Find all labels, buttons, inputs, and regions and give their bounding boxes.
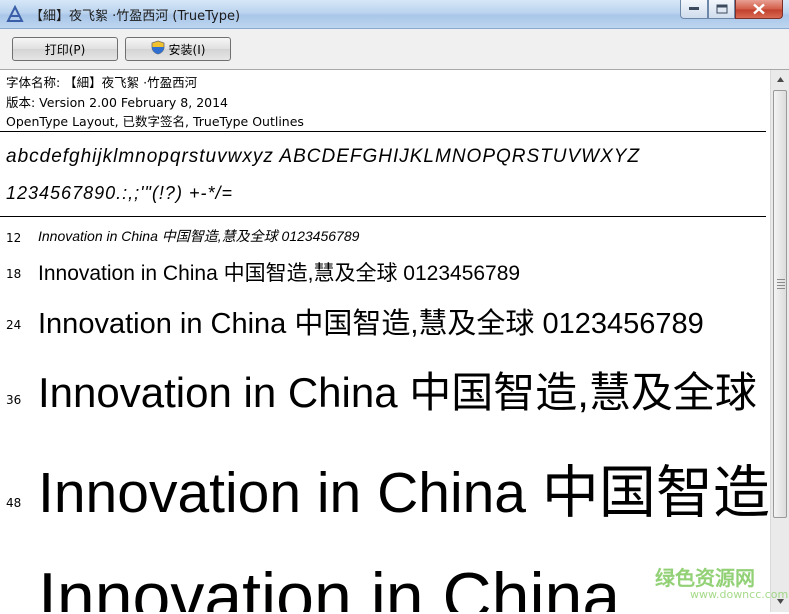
maximize-button[interactable] — [708, 0, 735, 19]
font-app-icon — [6, 4, 24, 23]
toolbar: 打印(P) 安装(I) — [0, 29, 789, 70]
shield-icon — [151, 40, 165, 58]
title-bar[interactable]: 【細】夜飞絮 ·竹盈西河 (TrueType) — [0, 0, 789, 29]
font-name-line: 字体名称: 【細】夜飞絮 ·竹盈西河 — [6, 75, 198, 90]
sample-text: Innovation in China 中国智造,慧及全球 0123456789 — [38, 461, 770, 525]
sample-text: Innovation in China 中国智造,慧及全球 0123456789 — [38, 262, 521, 285]
version-line: 版本: Version 2.00 February 8, 2014 — [6, 95, 229, 110]
install-button[interactable]: 安装(I) — [125, 37, 231, 61]
print-button-label: 打印(P) — [44, 42, 86, 57]
charset-letters: abcdefghijklmnopqrstuvwxyz ABCDEFGHIJKLM… — [6, 146, 641, 167]
size-label: 24 — [6, 318, 22, 332]
size-label: 18 — [6, 267, 22, 281]
minimize-icon — [689, 7, 699, 10]
sample-text: Innovation in China 中国智造,慧及全球 0123456789 — [38, 369, 770, 416]
features-line: OpenType Layout, 已数字签名, TrueType Outline… — [6, 114, 304, 129]
sample-text: Innovation in China 中国智造,慧及全球 0123456789 — [38, 308, 704, 340]
divider — [0, 131, 766, 132]
vertical-scrollbar[interactable] — [770, 70, 789, 612]
close-button[interactable] — [735, 0, 783, 19]
scroll-thumb[interactable] — [773, 90, 787, 518]
window-title: 【細】夜飞絮 ·竹盈西河 (TrueType) — [30, 9, 241, 24]
minimize-button[interactable] — [680, 0, 708, 19]
size-label: 36 — [6, 393, 22, 407]
chevron-up-icon — [777, 77, 784, 82]
font-preview-area: 字体名称: 【細】夜飞絮 ·竹盈西河 版本: Version 2.00 Febr… — [0, 70, 770, 612]
watermark-url: www.downcc.com — [690, 588, 789, 601]
sample-text: Innovation in China 中国智造,慧及全球 0123456789 — [38, 228, 360, 244]
scroll-up-button[interactable] — [772, 71, 789, 88]
size-label: 12 — [6, 231, 22, 245]
charset-digits: 1234567890.:,;'"(!?) +-*/= — [6, 183, 233, 203]
install-button-label: 安装(I) — [168, 42, 206, 57]
close-icon — [753, 3, 765, 15]
size-label: 48 — [6, 496, 22, 510]
maximize-icon — [716, 4, 727, 14]
watermark-logo: 绿色资源网 — [655, 566, 755, 590]
divider — [0, 216, 766, 217]
print-button[interactable]: 打印(P) — [12, 37, 118, 61]
sample-text: Innovation in China — [38, 559, 621, 612]
